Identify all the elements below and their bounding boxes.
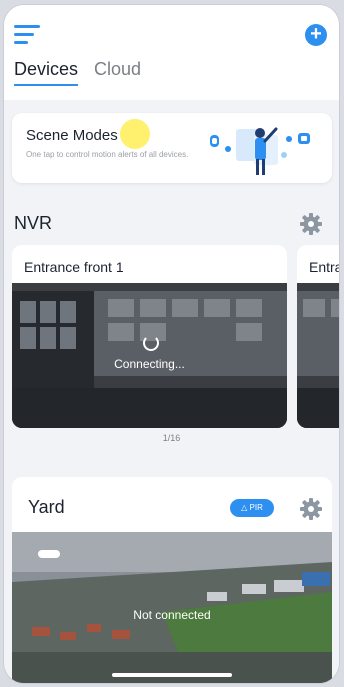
bell-icon: △ [241,503,248,512]
loading-spinner-icon [142,335,159,351]
camera-feed-image [12,283,287,428]
scene-modes-illustration [210,127,310,175]
yard-settings-gear-icon[interactable] [299,497,323,521]
camera-page-indicator: 1/16 [162,433,181,443]
yard-camera-card: Yard △ PIR Not connected [12,477,332,683]
tab-devices[interactable]: Devices [14,59,79,86]
top-bar: + Devices Cloud [4,5,339,100]
camera-name: Entra [309,259,339,275]
tab-cloud[interactable]: Cloud [94,59,141,86]
stream-quality-toggle-icon[interactable] [38,550,60,558]
camera-name: Entrance front 1 [24,259,124,275]
nvr-settings-gear-icon[interactable] [299,212,323,236]
pir-badge-label: PIR [249,503,263,512]
phone-screen: + Devices Cloud Scene Modes One tap to c… [4,5,339,683]
nvr-camera-card: Entra [297,245,339,428]
camera-live-view[interactable] [297,283,339,428]
camera-status: Connecting... [114,357,185,371]
scene-modes-card[interactable]: Scene Modes One tap to control motion al… [12,113,332,183]
camera-status: Not connected [133,608,211,622]
pir-badge[interactable]: △ PIR [230,499,274,517]
touch-indicator [120,119,150,149]
scene-modes-title: Scene Modes [26,127,118,144]
tab-bar: Devices Cloud [14,59,141,86]
camera-feed-image [297,283,339,428]
camera-live-view[interactable]: Connecting... [12,283,287,428]
nvr-title: NVR [14,213,53,233]
add-device-button[interactable]: + [305,24,327,46]
camera-live-view[interactable]: Not connected [12,532,332,683]
menu-button[interactable] [14,25,40,45]
yard-title: Yard [28,497,65,517]
scene-modes-description: One tap to control motion alerts of all … [26,150,189,159]
home-indicator [112,673,232,677]
nvr-camera-card: Entrance front 1 Connecting... [12,245,287,428]
